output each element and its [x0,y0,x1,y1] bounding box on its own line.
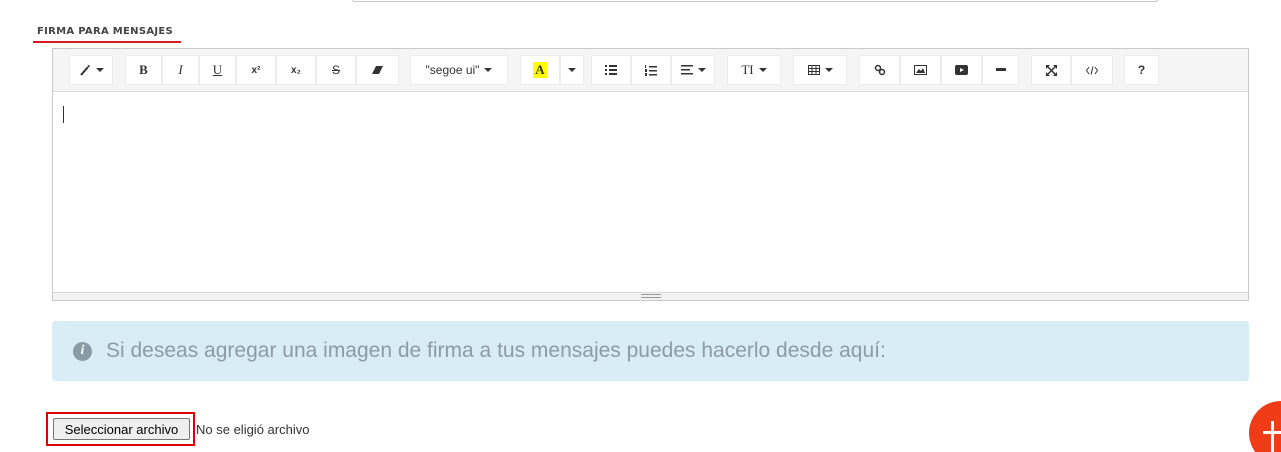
numbered-list-icon [645,64,657,76]
editor-content-area[interactable] [53,93,1248,292]
eraser-icon [372,66,383,74]
grip-icon [641,294,661,298]
unordered-list-button[interactable] [591,55,631,85]
font-size-dropdown[interactable]: TI [727,55,781,85]
eraser-button[interactable] [356,55,399,85]
magic-wand-icon [79,64,90,76]
subscript-button[interactable]: x₂ [276,55,316,85]
floating-add-button[interactable] [1249,401,1281,452]
text-cursor [63,106,64,123]
file-status-text: No se eligió archivo [196,422,310,437]
text-color-letter: A [533,62,547,78]
youtube-icon [955,65,968,75]
choose-file-button[interactable]: Seleccionar archivo [53,418,190,440]
paragraph-align-dropdown[interactable] [671,55,715,85]
rich-text-editor: B I U x² x₂ S "segoe ui" A TI ? [52,48,1249,301]
plus-icon-vertical [1271,421,1274,452]
minus-icon [995,68,1006,71]
underline-button[interactable]: U [199,55,236,85]
strikethrough-button[interactable]: S [316,55,356,85]
style-dropdown-button[interactable] [69,55,113,85]
chevron-down-icon [824,68,833,72]
align-left-icon [680,65,693,75]
help-button[interactable]: ? [1124,55,1159,85]
italic-button[interactable]: I [162,55,199,85]
chevron-down-icon [568,68,576,72]
editor-resize-handle[interactable] [53,292,1248,300]
bold-button[interactable]: B [125,55,162,85]
link-button[interactable] [859,55,900,85]
section-label: FIRMA PARA MENSAJES [37,26,174,37]
table-icon [807,65,820,75]
table-dropdown[interactable] [793,55,847,85]
image-button[interactable] [900,55,941,85]
text-height-icon: TI [741,62,754,77]
info-alert-text: Si deseas agregar una imagen de firma a … [106,339,886,362]
ordered-list-button[interactable] [631,55,671,85]
video-button[interactable] [941,55,982,85]
font-family-label: "segoe ui" [425,63,480,77]
chevron-down-icon [484,68,493,72]
font-family-dropdown[interactable]: "segoe ui" [410,55,508,85]
info-alert: i Si deseas agregar una imagen de firma … [52,321,1249,381]
text-color-button[interactable]: A [520,55,560,85]
expand-icon [1045,64,1057,76]
section-underline [33,41,181,43]
code-view-button[interactable] [1071,55,1113,85]
chevron-down-icon [95,68,104,72]
editor-toolbar: B I U x² x₂ S "segoe ui" A TI ? [53,49,1248,92]
info-icon: i [73,341,92,361]
picture-icon [914,65,927,75]
horizontal-rule-button[interactable] [982,55,1019,85]
top-text-input[interactable] [351,0,1159,2]
link-icon [874,64,885,76]
code-icon [1086,65,1098,75]
text-color-dropdown[interactable] [560,55,584,85]
fullscreen-button[interactable] [1031,55,1071,85]
chevron-down-icon [758,68,767,72]
bullet-list-icon [605,65,617,75]
superscript-button[interactable]: x² [236,55,276,85]
chevron-down-icon [697,68,706,72]
